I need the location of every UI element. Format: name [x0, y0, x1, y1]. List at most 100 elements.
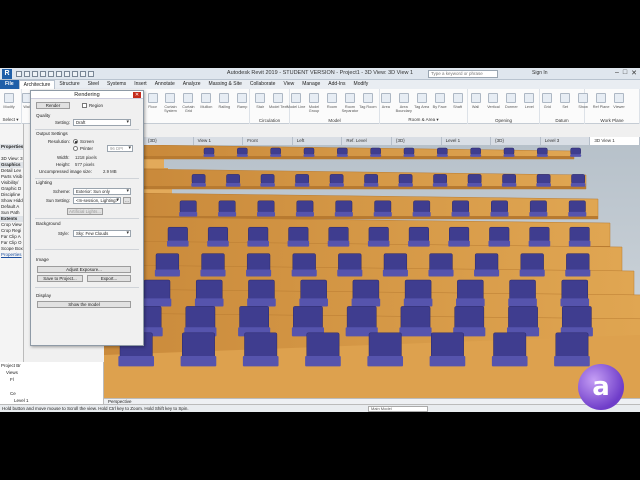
scheme-dropdown[interactable]: Exterior: Sun only	[73, 188, 131, 195]
measure-icon[interactable]	[56, 70, 62, 77]
ribbon-group-label[interactable]: Select ▾	[0, 117, 21, 123]
render-button[interactable]: Render	[36, 102, 70, 109]
view-tab-view-1[interactable]: View 1	[194, 137, 244, 145]
open-icon[interactable]	[16, 70, 22, 77]
model-text-icon[interactable]	[273, 93, 284, 103]
view-tab-ref-level[interactable]: Ref. Level	[342, 137, 392, 145]
save-to-project-button[interactable]: Save to Project...	[37, 275, 83, 282]
curtain-system-icon[interactable]	[165, 93, 176, 103]
export-button[interactable]: Export...	[87, 275, 131, 282]
view-tab-3d[interactable]: {3D}	[392, 137, 442, 145]
close-icon[interactable]: ✕	[631, 69, 637, 77]
tab-architecture[interactable]: Architecture	[18, 79, 56, 90]
property-row[interactable]: Properties	[0, 252, 23, 258]
tab-modify[interactable]: Modify	[350, 80, 373, 89]
property-row[interactable]: Properties	[0, 144, 23, 150]
room-separator-icon[interactable]	[344, 93, 355, 103]
wall-icon[interactable]	[470, 93, 481, 103]
room-icon[interactable]	[326, 93, 337, 103]
browser-item[interactable]: Level 1	[0, 397, 103, 404]
by-face-icon[interactable]	[434, 93, 445, 103]
tab-steel[interactable]: Steel	[84, 80, 103, 89]
close-icon[interactable]: ✕	[133, 92, 141, 98]
shaft-icon[interactable]	[452, 93, 463, 103]
text-icon[interactable]	[64, 70, 70, 77]
browser-item[interactable]: Fl	[0, 376, 103, 383]
view-tab-front[interactable]: Front	[243, 137, 293, 145]
dialog-title-bar[interactable]: Rendering ✕	[31, 91, 143, 99]
browser-item[interactable]: Views	[0, 369, 103, 376]
tab-view[interactable]: View	[279, 80, 298, 89]
view-tab-3d[interactable]: {3D}	[144, 137, 194, 145]
show-model-button[interactable]: Show the model	[37, 301, 131, 308]
curtain-grid-icon[interactable]	[183, 93, 194, 103]
minimize-icon[interactable]: –	[615, 69, 619, 77]
ramp-icon[interactable]	[237, 93, 248, 103]
grid-icon[interactable]	[542, 93, 553, 103]
printer-radio[interactable]	[73, 146, 78, 151]
model-line-icon[interactable]	[291, 93, 302, 103]
level-icon[interactable]	[524, 93, 535, 103]
browser-item[interactable]: Ce	[0, 390, 103, 397]
area-boundary-icon[interactable]	[398, 93, 409, 103]
save-icon[interactable]	[24, 70, 30, 77]
tab-structure[interactable]: Structure	[55, 80, 83, 89]
dormer-icon[interactable]	[506, 93, 517, 103]
ribbon-group-label[interactable]: Work Plane	[585, 118, 639, 123]
ribbon-group-label[interactable]: Datum	[540, 118, 584, 123]
tab-manage[interactable]: Manage	[298, 80, 324, 89]
viewer-icon[interactable]	[614, 93, 625, 103]
tab-insert[interactable]: Insert	[130, 80, 151, 89]
undo-icon[interactable]	[32, 70, 38, 77]
tag-room-icon[interactable]	[362, 93, 373, 103]
quality-setting-dropdown[interactable]: Draft	[73, 119, 131, 126]
tab-collaborate[interactable]: Collaborate	[246, 80, 280, 89]
tag-area-icon[interactable]	[416, 93, 427, 103]
tab-systems[interactable]: Systems	[103, 80, 130, 89]
tab-annotate[interactable]: Annotate	[151, 80, 179, 89]
maximize-icon[interactable]: □	[623, 69, 627, 77]
ribbon-group-label[interactable]: Opening	[468, 118, 539, 123]
modify-icon[interactable]	[4, 93, 14, 103]
set-icon[interactable]	[560, 93, 571, 103]
view-tab-3d-view-1[interactable]: 3D View 1	[590, 137, 640, 145]
sun-setting-field[interactable]: <In-session, Lighting>	[73, 197, 121, 204]
thin-lines-icon[interactable]	[88, 70, 94, 77]
print-icon[interactable]	[48, 70, 54, 77]
dpi-dropdown[interactable]: 96 DPI	[107, 145, 133, 152]
floor-icon[interactable]	[147, 93, 158, 103]
ribbon-group-label[interactable]: Circulation	[250, 118, 289, 123]
sign-in-button[interactable]: Sign In	[532, 70, 548, 76]
tab-add-ins[interactable]: Add-Ins	[324, 80, 349, 89]
search-input[interactable]: Type a keyword or phrase	[428, 70, 498, 78]
railing-icon[interactable]	[219, 93, 230, 103]
background-style-dropdown[interactable]: Sky: Few Clouds	[73, 230, 131, 237]
mullion-icon[interactable]	[201, 93, 212, 103]
region-checkbox[interactable]	[82, 103, 87, 108]
view-tab-left[interactable]: Left	[293, 137, 343, 145]
sun-setting-browse-button[interactable]: ...	[123, 197, 131, 204]
screen-radio[interactable]	[73, 139, 78, 144]
browser-item[interactable]: Project Br	[0, 362, 103, 369]
revit-logo[interactable]: R	[2, 68, 12, 79]
adjust-exposure-button[interactable]: Adjust Exposure...	[37, 266, 131, 273]
redo-icon[interactable]	[40, 70, 46, 77]
ribbon-group-label[interactable]: Room & Area ▾	[380, 117, 467, 123]
3d-viewport[interactable]	[104, 145, 640, 398]
view-tab-3d[interactable]: {3D}	[491, 137, 541, 145]
vertical-icon[interactable]	[488, 93, 499, 103]
view-tab-level-3[interactable]: Level 3	[541, 137, 591, 145]
show-icon[interactable]	[578, 93, 589, 103]
model-group-icon[interactable]	[309, 93, 320, 103]
ref-plane-icon[interactable]	[596, 93, 607, 103]
area-icon[interactable]	[380, 93, 391, 103]
tab-file[interactable]: File	[0, 80, 19, 89]
viewer-button-label[interactable]: Viewer	[609, 105, 629, 109]
artificial-lights-button[interactable]: Artificial Lights...	[67, 208, 103, 215]
3d-view-icon[interactable]	[72, 70, 78, 77]
view-tab-level-1[interactable]: Level 1	[442, 137, 492, 145]
tab-analyze[interactable]: Analyze	[179, 80, 205, 89]
ribbon-group-label[interactable]: Model	[290, 118, 379, 123]
tab-massing-site[interactable]: Massing & Site	[205, 80, 246, 89]
browser-item[interactable]	[0, 383, 103, 390]
